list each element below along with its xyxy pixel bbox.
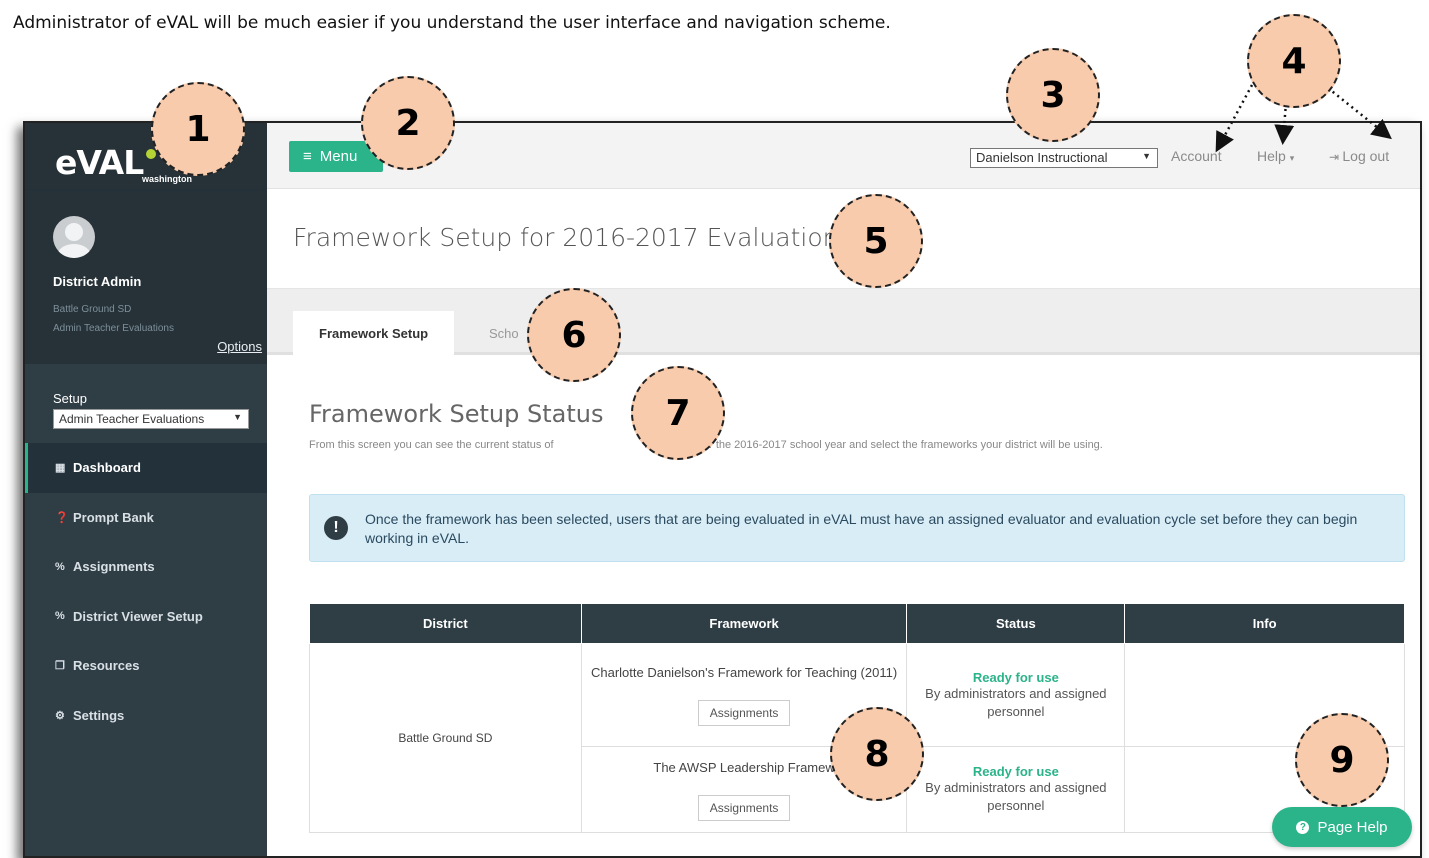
status-detail: By administrators and assigned personnel (925, 685, 1107, 719)
district-cell: Battle Ground SD (309, 643, 582, 833)
account-link[interactable]: Account (1171, 148, 1222, 164)
hamburger-icon: ≡ (303, 148, 312, 165)
column-header-district: District (309, 603, 582, 644)
caret-down-icon: ▼ (233, 412, 242, 422)
status-cell: Ready for use By administrators and assi… (906, 746, 1126, 833)
caption-text: Administrator of eVAL will be much easie… (13, 13, 891, 33)
sidebar-item-label: Prompt Bank (73, 509, 154, 525)
callout-5: 5 (829, 194, 923, 288)
tab-framework-setup[interactable]: Framework Setup (293, 311, 455, 355)
help-menu[interactable]: Help ▾ (1257, 148, 1294, 164)
callout-1: 1 (151, 82, 245, 176)
grid-icon: ▦ (55, 462, 66, 475)
column-header-status: Status (906, 603, 1126, 644)
callout-3: 3 (1006, 48, 1100, 142)
profile-district: Battle Ground SD (53, 304, 132, 315)
callout-9: 9 (1295, 713, 1389, 807)
framework-name: Charlotte Danielson's Framework for Teac… (590, 665, 898, 680)
copy-icon: ❐ (55, 660, 65, 673)
help-label: Help (1257, 148, 1286, 164)
question-icon: ❓ (55, 511, 69, 524)
caret-down-icon: ▼ (1142, 151, 1151, 161)
gears-icon: ⚙ (55, 709, 65, 722)
logout-label: Log out (1342, 148, 1390, 164)
framework-select[interactable]: Danielson Instructional ▼ (970, 148, 1158, 168)
alert-text: Once the framework has been selected, us… (365, 511, 1358, 546)
profile-role: Admin Teacher Evaluations (53, 323, 174, 334)
info-alert: ! Once the framework has been selected, … (309, 494, 1405, 562)
sidebar-nav: ▦ Dashboard ❓ Prompt Bank % Assignments … (25, 443, 267, 740)
section-description-part-a: From this screen you can see the current… (309, 439, 554, 451)
avatar (53, 216, 95, 258)
sidebar-item-prompt-bank[interactable]: ❓ Prompt Bank (25, 493, 267, 543)
sidebar-item-district-viewer-setup[interactable]: % District Viewer Setup (25, 592, 267, 642)
callout-4: 4 (1247, 14, 1341, 108)
column-header-info: Info (1124, 603, 1405, 644)
logo-subtitle: washington (142, 174, 192, 184)
column-header-framework: Framework (580, 603, 908, 644)
link-icon: % (55, 560, 65, 573)
logo-text: eVAL (55, 143, 144, 182)
section-title-part-b: Setup Status (441, 400, 604, 428)
sidebar-item-label: District Viewer Setup (73, 608, 203, 624)
sidebar-item-label: Dashboard (73, 460, 141, 476)
status-badge: Ready for use (972, 764, 1059, 779)
sidebar: eVAL washington District Admin Battle Gr… (25, 123, 267, 856)
status-cell: Ready for use By administrators and assi… (906, 643, 1126, 747)
status-detail: By administrators and assigned personnel (925, 780, 1107, 813)
sidebar-item-assignments[interactable]: % Assignments (25, 542, 267, 592)
logout-icon: ⇥ (1329, 150, 1343, 164)
sidebar-item-dashboard[interactable]: ▦ Dashboard (25, 443, 267, 493)
question-icon: ? (1296, 820, 1310, 834)
callout-2: 2 (361, 76, 455, 170)
exclamation-icon: ! (324, 516, 348, 540)
logout-link[interactable]: ⇥ Log out (1329, 148, 1389, 164)
profile-name: District Admin (53, 274, 142, 289)
section-title-part-a: Framework (309, 400, 442, 428)
page-help-label: Page Help (1317, 818, 1388, 836)
assignments-button[interactable]: Assignments (697, 794, 791, 821)
options-link[interactable]: Options (217, 339, 262, 354)
menu-button-label: Menu (319, 148, 358, 165)
sidebar-item-label: Assignments (73, 559, 155, 575)
app-window: eVAL washington District Admin Battle Gr… (23, 121, 1422, 858)
page-help-button[interactable]: ? Page Help (1272, 807, 1412, 847)
tab-bar: Framework Setup Scho (267, 289, 1420, 355)
section-title: Framework Setup Status (309, 400, 603, 428)
callout-8: 8 (830, 707, 924, 801)
sidebar-item-settings[interactable]: ⚙ Settings (25, 691, 267, 741)
link-icon: % (55, 610, 65, 623)
setup-select-value: Admin Teacher Evaluations (59, 412, 205, 426)
framework-select-value: Danielson Instructional (976, 150, 1108, 165)
callout-6: 6 (527, 288, 621, 382)
callout-7: 7 (631, 366, 725, 460)
sidebar-item-label: Settings (73, 707, 125, 723)
sidebar-item-label: Resources (73, 658, 140, 674)
assignments-button[interactable]: Assignments (697, 700, 791, 726)
caret-down-icon: ▾ (1289, 153, 1295, 163)
status-badge: Ready for use (972, 669, 1059, 685)
sidebar-item-resources[interactable]: ❐ Resources (25, 641, 267, 691)
setup-label: Setup (53, 391, 87, 406)
setup-select[interactable]: Admin Teacher Evaluations ▼ (53, 409, 249, 429)
page-title: Framework Setup for 2016-2017 Evaluation… (293, 223, 852, 252)
profile-panel: District Admin Battle Ground SD Admin Te… (25, 189, 267, 364)
